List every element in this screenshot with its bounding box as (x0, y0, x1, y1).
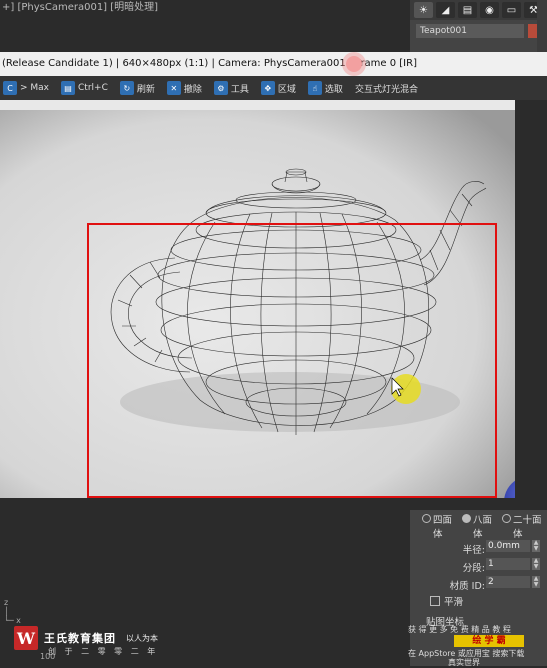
display-tab-icon[interactable]: ▭ (502, 2, 521, 18)
material-id-input[interactable]: 2 (486, 576, 530, 588)
gear-icon: ⚙ (213, 81, 228, 95)
record-indicator-icon (346, 56, 362, 72)
radio-icosa-dot (502, 514, 511, 523)
remove-label: 撤除 (183, 84, 202, 95)
region-icon: ✥ (260, 81, 275, 95)
pick-button[interactable]: ☝ 选取 (305, 78, 346, 98)
refresh-label: 刷新 (136, 84, 155, 95)
promo-line-1: 获 得 更 多 免 费 精 品 教 程 (408, 625, 511, 634)
interactive-light-mix-label: 交互式灯光混合 (354, 84, 418, 95)
segment-type-group: 四面体 八面体 二十面体 (422, 512, 547, 540)
render-toolbar: C > Max ▤ Ctrl+C ↻ 刷新 ✕ 撤除 ⚙ 工具 ✥ 区域 ☝ 选… (0, 76, 547, 100)
command-panel-tabs: ☀ ◢ ▤ ◉ ▭ ⚒ (410, 0, 547, 20)
smooth-checkbox[interactable] (430, 596, 440, 606)
create-tab-icon[interactable]: ☀ (414, 2, 433, 18)
radius-label: 半径: (462, 545, 485, 556)
render-window-edge (515, 100, 547, 510)
render-image (0, 110, 515, 498)
refresh-button[interactable]: ↻ 刷新 (117, 78, 158, 98)
segments-label: 分段: (462, 563, 485, 574)
logo-badge-icon: W (14, 626, 38, 650)
remove-button[interactable]: ✕ 撤除 (164, 78, 205, 98)
refresh-icon: ↻ (119, 81, 134, 95)
geosphere-params: 四面体 八面体 二十面体 半径: 0.0mm ▲ ▼ 分段: 1 ▲ ▼ 材质 ID… (408, 510, 547, 667)
radio-tetra[interactable]: 四面体 (422, 512, 455, 540)
logo-name: 王氏教育集团 (44, 632, 116, 645)
material-id-label: 材质 ID: (449, 581, 485, 592)
axis-gizmo-icon: z │ └─ x (4, 598, 21, 625)
hierarchy-tab-icon[interactable]: ▤ (458, 2, 477, 18)
real-world-label: 真实世界 (448, 658, 480, 667)
render-window-bottom (0, 498, 515, 510)
radio-tetra-label: 四面体 (433, 515, 453, 540)
region-button[interactable]: ✥ 区域 (258, 78, 299, 98)
radius-spinner[interactable]: ▲ ▼ (532, 540, 540, 552)
hand-pointer-icon: ☝ (307, 81, 322, 95)
render-frame-window: (Release Candidate 1) | 640×480px (1:1) … (0, 52, 547, 510)
region-label: 区域 (277, 84, 296, 95)
material-id-spinner[interactable]: ▲ ▼ (532, 576, 540, 588)
clipboard-icon: ▤ (61, 81, 76, 95)
copy-clipboard-button[interactable]: ▤ Ctrl+C (58, 78, 111, 98)
render-window-title: (Release Candidate 1) | 640×480px (1:1) … (0, 52, 547, 76)
viewport-label[interactable]: +] [PhysCamera001] [明暗处理] (0, 0, 158, 16)
copy-to-max-icon: C (3, 81, 17, 95)
segments-spinner[interactable]: ▲ ▼ (532, 558, 540, 570)
logo-founded: 创 于 二 零 零 二 年 (48, 647, 159, 656)
logo-tagline: 以人为本 (126, 633, 158, 643)
modify-tab-icon[interactable]: ◢ (436, 2, 455, 18)
interactive-light-mix-button[interactable]: 交互式灯光混合 (352, 78, 421, 98)
tools-label: 工具 (230, 84, 249, 95)
motion-tab-icon[interactable]: ◉ (480, 2, 499, 18)
copy-clipboard-label: Ctrl+C (78, 83, 108, 93)
copy-to-max-button[interactable]: C > Max (0, 78, 52, 98)
object-name-field[interactable]: Teapot001 (416, 24, 524, 38)
smooth-label: 平滑 (444, 597, 464, 608)
segments-input[interactable]: 1 (486, 558, 530, 570)
pick-label: 选取 (324, 84, 343, 95)
render-canvas[interactable] (0, 110, 515, 498)
radio-icosa[interactable]: 二十面体 (502, 512, 547, 540)
radio-octa[interactable]: 八面体 (462, 512, 495, 540)
radio-icosa-label: 二十面体 (513, 515, 542, 540)
radio-tetra-dot (422, 514, 431, 523)
tools-button[interactable]: ⚙ 工具 (211, 78, 252, 98)
promo-app-badge: 绘 学 霸 (454, 635, 524, 647)
radius-input[interactable]: 0.0mm (486, 540, 530, 552)
copy-to-max-label: > Max (20, 83, 50, 93)
radio-octa-label: 八面体 (473, 515, 493, 540)
remove-icon: ✕ (166, 81, 181, 95)
radio-octa-dot (462, 514, 471, 523)
